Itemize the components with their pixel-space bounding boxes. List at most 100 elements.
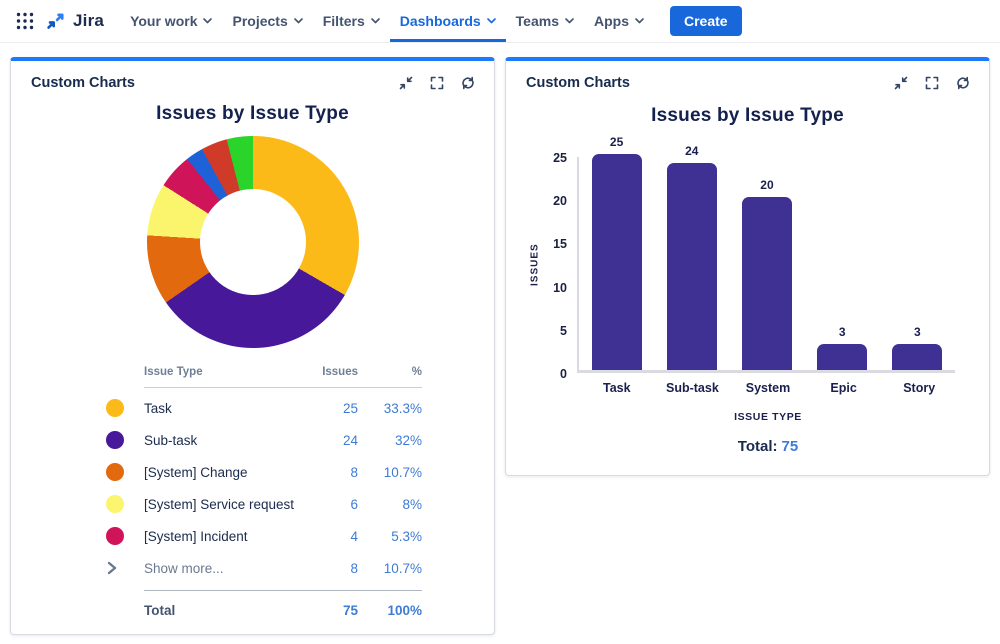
donut-chart — [146, 136, 359, 348]
ytick-20: 20 — [553, 194, 567, 209]
nav-item-label: Dashboards — [399, 13, 481, 29]
bar-value-label: 3 — [838, 325, 846, 340]
bar-chart-plot-area: 25 24 20 3 3 — [577, 135, 955, 373]
nav-item-label: Projects — [232, 13, 288, 29]
panel-title: Custom Charts — [526, 75, 630, 91]
chevron-down-icon — [203, 18, 213, 24]
legend-row-system-service-request: [System] Service request 6 8% — [106, 488, 422, 520]
row-issues: 8 — [350, 560, 358, 576]
jira-mark-icon — [47, 13, 64, 29]
donut-chart-title: Issues by Issue Type — [156, 103, 349, 124]
color-dot — [106, 527, 124, 545]
bar-value-label: 20 — [760, 178, 774, 193]
nav-item-your-work[interactable]: Your work — [120, 0, 222, 42]
bar-task — [591, 154, 642, 370]
row-label: Sub-task — [144, 432, 198, 448]
row-issues: 8 — [350, 464, 358, 480]
legend-row-show-more[interactable]: Show more... 8 10.7% — [106, 552, 422, 584]
custom-charts-panel-bar: Custom Charts Issues by Issue Type ISSUE… — [505, 57, 990, 476]
bar-value-label: 25 — [609, 135, 624, 149]
panel-actions — [398, 75, 476, 91]
bar-system — [741, 197, 792, 370]
chevron-down-icon — [635, 18, 644, 24]
nav-menu: Your work Projects Filters Dashboards Teams A… — [120, 0, 654, 42]
legend-row-system-change: [System] Change 8 10.7% — [106, 456, 422, 488]
bar-total-label: Total: — [737, 438, 778, 455]
bar-chart-xlabel: ISSUE TYPE — [734, 411, 802, 423]
top-navbar: Jira Your work Projects Filters Dashboards T… — [0, 0, 1000, 43]
total-label: Total — [144, 603, 176, 618]
jira-logo[interactable]: Jira — [46, 10, 104, 32]
ytick-5: 5 — [560, 323, 567, 338]
nav-item-label: Teams — [515, 13, 559, 29]
row-issues: 6 — [350, 496, 358, 512]
row-issues: 25 — [342, 400, 358, 416]
bar-sub-task — [666, 162, 717, 370]
chevron-down-icon — [486, 18, 496, 24]
color-dot — [106, 463, 124, 481]
fullscreen-icon[interactable] — [429, 75, 445, 91]
nav-item-label: Filters — [322, 13, 365, 29]
bar-chart-title: Issues by Issue Type — [651, 105, 844, 126]
ytick-15: 15 — [553, 237, 567, 252]
row-pct: 33.3% — [383, 400, 422, 416]
app-switcher-icon[interactable] — [10, 6, 40, 36]
legend-header-row: Issue Type Issues % — [144, 366, 422, 388]
bar-slot-system: 20 — [729, 178, 804, 370]
legend-color-dot — [106, 463, 144, 481]
nav-item-dashboards[interactable]: Dashboards — [389, 0, 506, 42]
create-button[interactable]: Create — [670, 6, 742, 36]
ytick-10: 10 — [553, 280, 567, 295]
bar-slot-task: 25 — [579, 135, 654, 370]
collapse-icon[interactable] — [398, 75, 414, 91]
legend-color-dot — [106, 431, 144, 449]
row-issues: 4 — [350, 528, 358, 544]
refresh-icon[interactable] — [955, 75, 971, 91]
row-pct: 5.3% — [391, 528, 422, 544]
xtick-epic: Epic — [830, 381, 857, 395]
bar-chart-total: Total: 75 — [579, 438, 957, 455]
row-pct: 8% — [402, 496, 422, 512]
row-pct: 10.7% — [383, 464, 422, 480]
panel-actions — [893, 75, 971, 91]
legend-header-issues: Issues — [322, 366, 358, 378]
grid-icon — [16, 12, 34, 30]
row-pct: 10.7% — [383, 560, 422, 576]
row-label: Task — [144, 400, 172, 416]
xtick-story: Story — [903, 381, 936, 395]
xtick-sub-task: Sub-task — [665, 381, 719, 395]
color-dot — [106, 495, 124, 513]
row-issues: 24 — [342, 432, 358, 448]
nav-item-label: Apps — [594, 13, 629, 29]
bar-chart-yaxis-ticks: 25 20 15 10 5 0 — [543, 151, 577, 381]
nav-item-filters[interactable]: Filters — [313, 0, 390, 42]
chevron-right-icon — [107, 561, 117, 575]
bar-total-value: 75 — [781, 438, 799, 455]
legend-color-dot — [106, 527, 144, 545]
xtick-system: System — [745, 381, 791, 395]
color-dot — [106, 431, 124, 449]
fullscreen-icon[interactable] — [924, 75, 940, 91]
bar-chart: ISSUES 25 20 15 10 5 0 25 24 20 3 3 — [527, 135, 989, 381]
legend-color-dot — [106, 495, 144, 513]
bar-chart-ylabel: ISSUES — [529, 243, 541, 287]
bar-slot-sub-task: 24 — [654, 144, 729, 370]
donut-hole — [199, 189, 306, 295]
row-label: [System] Incident — [144, 528, 248, 544]
row-pct: 32% — [394, 432, 422, 448]
collapse-icon[interactable] — [893, 75, 909, 91]
nav-item-projects[interactable]: Projects — [222, 0, 312, 42]
refresh-icon[interactable] — [460, 75, 476, 91]
bar-chart-xaxis-labels: Task Sub-task System Epic Story — [579, 381, 957, 395]
xtick-task: Task — [603, 381, 631, 395]
nav-item-teams[interactable]: Teams — [506, 0, 584, 42]
legend-header-issue-type: Issue Type — [144, 366, 203, 378]
legend-total-row: Total 75 100% — [144, 590, 422, 618]
row-label: [System] Change — [144, 464, 248, 480]
legend-row-sub-task: Sub-task 24 32% — [106, 424, 422, 456]
legend-header-pct: % — [411, 366, 422, 378]
show-more-chevron — [106, 561, 144, 575]
jira-dashboard-screen: Jira Your work Projects Filters Dashboards T… — [0, 0, 1000, 644]
color-dot — [106, 399, 124, 417]
nav-item-apps[interactable]: Apps — [584, 0, 654, 42]
